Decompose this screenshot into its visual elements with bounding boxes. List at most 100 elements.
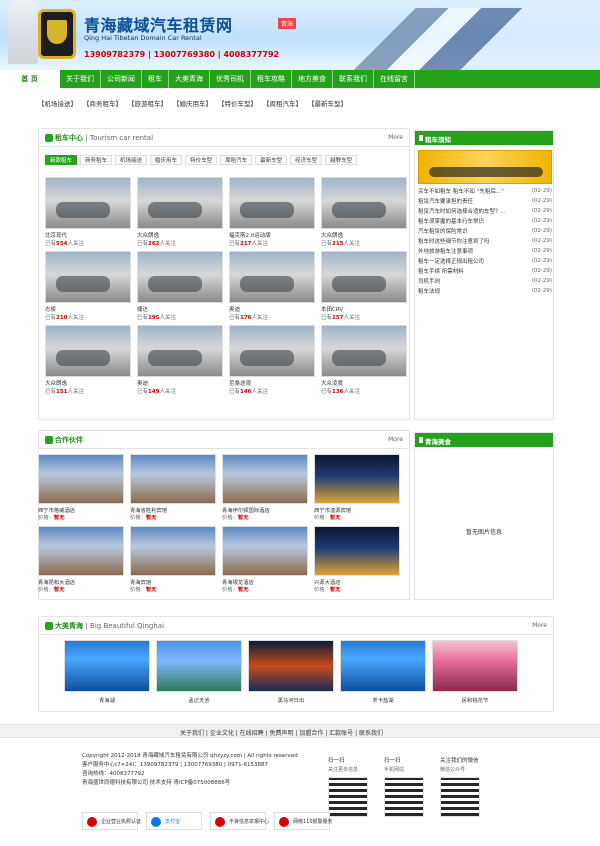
qinghai-image[interactable] bbox=[156, 640, 242, 692]
tab-business[interactable]: 商务租车 bbox=[80, 155, 113, 165]
tag-business[interactable]: 【商务租车】 bbox=[83, 98, 122, 108]
notice-title[interactable]: 汽车租赁的保险常识 bbox=[418, 227, 468, 235]
badge-alipay[interactable]: 支付宝 bbox=[146, 812, 202, 830]
nav-item-qinghai[interactable]: 大美青海 bbox=[169, 70, 210, 88]
tab-new[interactable]: 新款租车 bbox=[45, 155, 78, 165]
nav-item-message[interactable]: 在线留言 bbox=[374, 70, 415, 88]
partner-card[interactable]: 青海省胜利宾馆 价格：暂无 bbox=[130, 454, 216, 521]
tab-wedding[interactable]: 婚庆用车 bbox=[150, 155, 183, 165]
tab-special[interactable]: 特价车型 bbox=[185, 155, 218, 165]
tag-wedding[interactable]: 【婚庆用车】 bbox=[173, 98, 212, 108]
nav-item-about[interactable]: 关于我们 bbox=[60, 70, 101, 88]
car-image[interactable] bbox=[45, 325, 131, 377]
rent-notice-item[interactable]: 汽车租赁的保险常识 (02-29) bbox=[418, 226, 552, 236]
qinghai-card[interactable]: 孟达天池 bbox=[156, 640, 242, 708]
qinghai-image[interactable] bbox=[340, 640, 426, 692]
badge-report[interactable]: 不良信息举报中心 bbox=[210, 812, 269, 830]
notice-title[interactable]: 租车时这些细节你注意到了吗 bbox=[418, 237, 490, 245]
partner-card[interactable]: 西宁市格威酒店 价格：暂无 bbox=[38, 454, 124, 521]
qinghai-image[interactable] bbox=[432, 640, 518, 692]
car-image[interactable] bbox=[45, 251, 131, 303]
tab-latest[interactable]: 最新车型 bbox=[255, 155, 288, 165]
big-qinghai-more-link[interactable]: More bbox=[532, 622, 547, 629]
partner-image[interactable] bbox=[314, 526, 400, 576]
rent-notice-item[interactable]: 买车不如租车 租车不如 “先租后...” (02-29) bbox=[418, 186, 552, 196]
rent-notice-item[interactable]: 租车时这些细节你注意到了吗 (02-29) bbox=[418, 236, 552, 246]
nav-item-guide[interactable]: 租车攻略 bbox=[251, 70, 292, 88]
car-card[interactable]: 捷达 已有195人关注 bbox=[137, 251, 223, 322]
notice-title[interactable]: 租车手续 所需材料 bbox=[418, 267, 464, 275]
qinghai-card[interactable]: 茶卡盐湖 bbox=[340, 640, 426, 708]
car-image[interactable] bbox=[321, 325, 407, 377]
car-card[interactable]: 福克斯2.0运动版 已有217人关注 bbox=[229, 177, 315, 248]
rent-notice-item[interactable]: 租赁汽车要承担的责任 (02-29) bbox=[418, 196, 552, 206]
partner-image[interactable] bbox=[222, 526, 308, 576]
rent-notice-banner-image[interactable] bbox=[418, 150, 552, 184]
partners-more-link[interactable]: More bbox=[388, 436, 403, 443]
partner-card[interactable]: 青海银龙酒店 价格：暂无 bbox=[222, 526, 308, 593]
partner-image[interactable] bbox=[38, 526, 124, 576]
notice-title[interactable]: 外地旅游租车注意事项 bbox=[418, 247, 473, 255]
car-card[interactable]: 大众凌度 已有136人关注 bbox=[321, 325, 407, 396]
rent-notice-item[interactable]: 司机手则 (02-29) bbox=[418, 276, 552, 286]
tag-weekly[interactable]: 【周租汽车】 bbox=[263, 98, 302, 108]
notice-title[interactable]: 司机手则 bbox=[418, 277, 440, 285]
nav-item-home[interactable]: 首 页 bbox=[0, 70, 60, 88]
rent-notice-item[interactable]: 租车手续 所需材料 (02-29) bbox=[418, 266, 552, 276]
partner-image[interactable] bbox=[130, 454, 216, 504]
tab-weekly[interactable]: 周租汽车 bbox=[220, 155, 253, 165]
car-card[interactable]: 尼桑途观 已有146人关注 bbox=[229, 325, 315, 396]
car-image[interactable] bbox=[137, 251, 223, 303]
notice-title[interactable]: 租赁汽车要承担的责任 bbox=[418, 197, 473, 205]
car-image[interactable] bbox=[229, 325, 315, 377]
partner-card[interactable]: 青海伊尔顿国际酒店 价格：暂无 bbox=[222, 454, 308, 521]
partner-image[interactable] bbox=[314, 454, 400, 504]
nav-item-news[interactable]: 公司新闻 bbox=[101, 70, 142, 88]
car-card[interactable]: 大众朗逸 已有151人关注 bbox=[45, 325, 131, 396]
car-image[interactable] bbox=[321, 251, 407, 303]
car-image[interactable] bbox=[321, 177, 407, 229]
tab-offroad[interactable]: 越野车型 bbox=[325, 155, 358, 165]
partner-card[interactable]: 青海昆和大酒店 价格：暂无 bbox=[38, 526, 124, 593]
car-card[interactable]: 本田CRV 已有157人关注 bbox=[321, 251, 407, 322]
site-logo[interactable] bbox=[38, 9, 76, 59]
notice-title[interactable]: 租车须掌握的基本行车常识 bbox=[418, 217, 484, 225]
tag-travel[interactable]: 【旅游租车】 bbox=[128, 98, 167, 108]
car-image[interactable] bbox=[137, 325, 223, 377]
badge-110[interactable]: 网络110报警服务 bbox=[274, 812, 333, 830]
partner-card[interactable]: 兴源大酒店 价格：暂无 bbox=[314, 526, 400, 593]
car-image[interactable] bbox=[137, 177, 223, 229]
rent-notice-item[interactable]: 租赁汽车时如何选择合适的车型？... (02-29) bbox=[418, 206, 552, 216]
nav-item-food[interactable]: 地方美食 bbox=[292, 70, 333, 88]
rent-center-more-link[interactable]: More bbox=[388, 134, 403, 141]
partner-image[interactable] bbox=[222, 454, 308, 504]
car-card[interactable]: 大众朗逸 已有215人关注 bbox=[321, 177, 407, 248]
notice-title[interactable]: 租车法规 bbox=[418, 287, 440, 295]
notice-title[interactable]: 租车一定选择正规出租公司 bbox=[418, 257, 484, 265]
tag-special[interactable]: 【特价车型】 bbox=[218, 98, 257, 108]
tag-airport[interactable]: 【机场接送】 bbox=[38, 98, 77, 108]
rent-notice-item[interactable]: 租车一定选择正规出租公司 (02-29) bbox=[418, 256, 552, 266]
tag-new[interactable]: 【最新车型】 bbox=[308, 98, 347, 108]
partner-card[interactable]: 西宁市湟源宾馆 价格：暂无 bbox=[314, 454, 400, 521]
car-image[interactable] bbox=[45, 177, 131, 229]
qinghai-image[interactable] bbox=[64, 640, 150, 692]
nav-item-rent[interactable]: 租车 bbox=[142, 70, 169, 88]
partner-image[interactable] bbox=[130, 526, 216, 576]
notice-title[interactable]: 租赁汽车时如何选择合适的车型？... bbox=[418, 207, 506, 215]
qinghai-card[interactable]: 青海湖 bbox=[64, 640, 150, 708]
notice-title[interactable]: 买车不如租车 租车不如 “先租后...” bbox=[418, 187, 504, 195]
car-card[interactable]: 志俊 已有210人关注 bbox=[45, 251, 131, 322]
footer-links[interactable]: 关于我们 | 企业文化 | 在线招聘 | 免费声明 | 加盟合作 | 汇款账号 … bbox=[180, 728, 383, 737]
car-card[interactable]: 奥迪 已有149人关注 bbox=[137, 325, 223, 396]
partner-image[interactable] bbox=[38, 454, 124, 504]
car-card[interactable]: 奥迪 已有176人关注 bbox=[229, 251, 315, 322]
rent-notice-item[interactable]: 租车须掌握的基本行车常识 (02-29) bbox=[418, 216, 552, 226]
car-card[interactable]: 大众朗逸 已有262人关注 bbox=[137, 177, 223, 248]
nav-item-contact[interactable]: 联系我们 bbox=[333, 70, 374, 88]
qinghai-image[interactable] bbox=[248, 640, 334, 692]
tab-economy[interactable]: 经济车型 bbox=[290, 155, 323, 165]
car-image[interactable] bbox=[229, 251, 315, 303]
rent-notice-item[interactable]: 租车法规 (02-29) bbox=[418, 286, 552, 296]
tab-airport[interactable]: 机场接送 bbox=[115, 155, 148, 165]
